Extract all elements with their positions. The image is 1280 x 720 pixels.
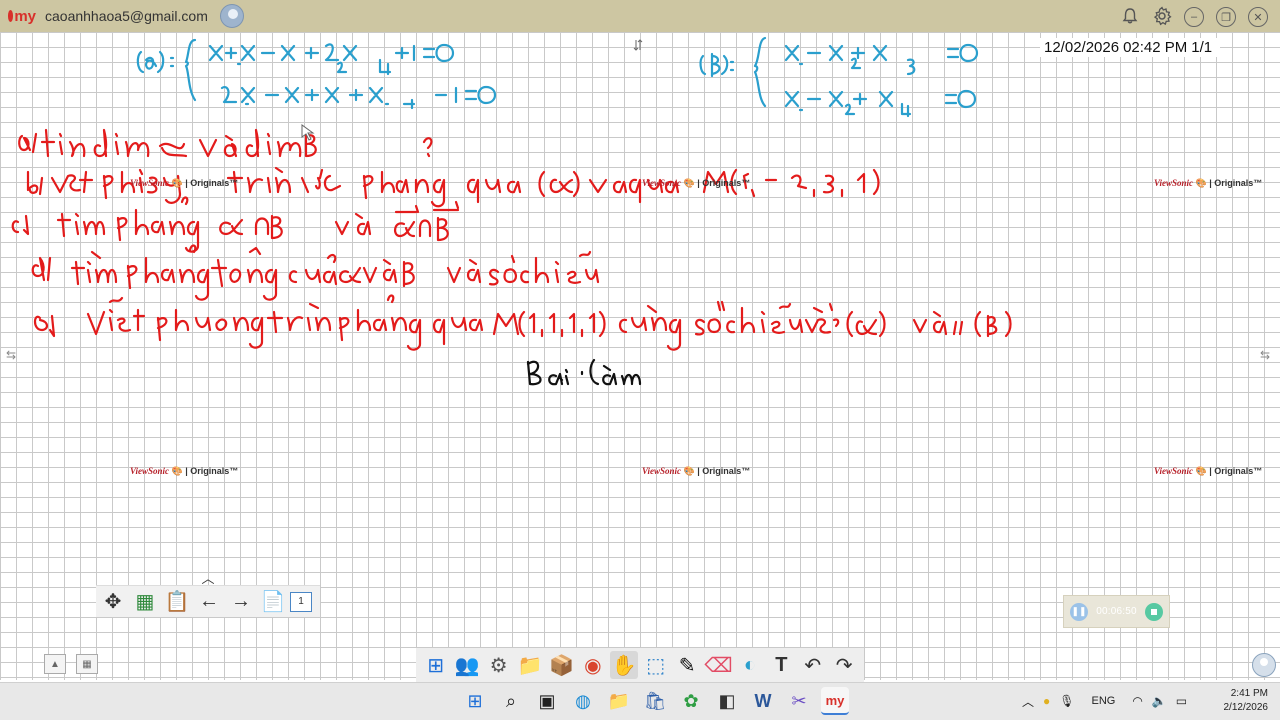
- camera-icon[interactable]: ⚙: [485, 651, 513, 679]
- watermark: ViewSonic 🎨 | Originals™: [1154, 178, 1263, 188]
- clock-time: 2:41 PM: [1230, 688, 1268, 699]
- user-avatar[interactable]: [220, 4, 244, 28]
- gallery-icon[interactable]: ▦: [76, 654, 98, 674]
- background-image-icon[interactable]: ▲: [44, 654, 66, 674]
- watermark: ViewSonic 🎨 | Originals™: [642, 466, 751, 476]
- edge-icon[interactable]: ◍: [569, 687, 597, 715]
- whiteboard-canvas[interactable]: 12/02/2026 02:42 PM 1/1 ViewSonic 🎨 | Orig…: [0, 32, 1280, 680]
- watermark: ViewSonic 🎨 | Originals™: [130, 466, 239, 476]
- app-title-bar: my caoanhhaoa5@gmail.com – ❐ ✕: [0, 0, 1280, 32]
- page-indicator: 1/1: [1191, 39, 1213, 56]
- watermark: ViewSonic 🎨 | Originals™: [130, 178, 239, 188]
- watermark: ViewSonic 🎨 | Originals™: [1154, 466, 1263, 476]
- bell-icon[interactable]: [1118, 4, 1142, 28]
- system-beta-ink: [699, 36, 979, 118]
- bai-lam-heading-ink: [526, 358, 642, 386]
- microphone-icon[interactable]: 🎙: [1059, 694, 1074, 708]
- folder-icon[interactable]: 📁: [516, 651, 544, 679]
- hand-icon[interactable]: ✋: [610, 651, 639, 679]
- word-icon[interactable]: W: [749, 687, 777, 715]
- tool-dock: ⊞ 👥 ⚙ 📁 📦 ◉ ✋ ⬚ ✎ ⌫ ◐ T ↶ ↷: [416, 648, 864, 682]
- back-arrow-icon[interactable]: ←: [194, 588, 224, 616]
- gear-icon[interactable]: [1150, 4, 1174, 28]
- pause-icon[interactable]: ❚❚: [1070, 602, 1088, 621]
- move-icon[interactable]: ✥: [98, 588, 128, 616]
- chrome-icon[interactable]: ◉: [579, 651, 607, 679]
- wifi-icon[interactable]: ◠: [1132, 694, 1142, 708]
- avatar-button[interactable]: [1252, 653, 1276, 677]
- system-alpha-ink: [136, 38, 497, 110]
- file-explorer-icon[interactable]: 📁: [605, 687, 633, 715]
- forward-arrow-icon[interactable]: →: [226, 588, 256, 616]
- text-icon[interactable]: T: [767, 651, 795, 679]
- windows-taskbar: ⊞ ⌕ ▣ ◍ 📁 🛍 ✿ ◧ W ✂ my ︿ ● 🎙 ENG ◠ 🔈 ▭ 2…: [0, 682, 1280, 720]
- board-datetime: 12/02/2026 02:42 PM 1/1: [1040, 38, 1221, 57]
- redo-icon[interactable]: ↷: [830, 651, 858, 679]
- presenter-icon[interactable]: ▦: [130, 588, 160, 616]
- shapes-icon[interactable]: ◐: [736, 651, 764, 679]
- chevron-up-icon[interactable]: ︿: [198, 568, 218, 586]
- pointer-cursor: [301, 124, 315, 141]
- snipping-icon[interactable]: ✂: [785, 687, 813, 715]
- task-view-icon[interactable]: ▣: [533, 687, 561, 715]
- language-indicator[interactable]: ENG: [1092, 695, 1116, 707]
- left-side-toggle-icon[interactable]: ⇆: [6, 348, 16, 362]
- myviewboard-icon[interactable]: my: [821, 687, 849, 715]
- left-floating-toolbar: ✥ ▦ 📋 ← → 📄 1: [96, 585, 320, 617]
- volume-icon[interactable]: 🔈: [1152, 694, 1167, 708]
- questions-ink: [11, 128, 1012, 351]
- people-icon[interactable]: 👥: [453, 651, 481, 679]
- chevron-up-icon[interactable]: ︿: [1022, 693, 1034, 710]
- screen-recorder: ❚❚ 00:06:50: [1063, 595, 1170, 628]
- app-green-icon[interactable]: ✿: [677, 687, 705, 715]
- clipboard-icon[interactable]: 📋: [162, 588, 192, 616]
- battery-icon[interactable]: ▭: [1176, 694, 1187, 708]
- right-side-toggle-icon[interactable]: ⇆: [1260, 348, 1270, 362]
- security-icon[interactable]: ●: [1043, 694, 1050, 708]
- marker-icon[interactable]: ✎: [673, 651, 701, 679]
- clock-date: 2/12/2026: [1223, 702, 1269, 713]
- restore-icon[interactable]: ❐: [1216, 7, 1236, 27]
- windows-menu-icon[interactable]: ⊞: [422, 651, 450, 679]
- board-time: 02:42 PM: [1123, 39, 1188, 56]
- store-icon[interactable]: 🛍: [641, 687, 669, 715]
- box-icon[interactable]: 📦: [547, 651, 575, 679]
- board-date: 12/02/2026: [1044, 39, 1120, 56]
- selection-icon[interactable]: ⬚: [642, 651, 670, 679]
- page-number-box[interactable]: 1: [290, 591, 312, 612]
- stop-icon[interactable]: [1145, 602, 1163, 621]
- app-dark-icon[interactable]: ◧: [713, 687, 741, 715]
- add-page-icon[interactable]: 📄: [258, 588, 288, 616]
- scroll-cursor: [633, 39, 643, 51]
- recording-time: 00:06:50: [1096, 606, 1137, 617]
- undo-icon[interactable]: ↶: [799, 651, 827, 679]
- account-email: caoanhhaoa5@gmail.com: [45, 8, 208, 24]
- close-icon[interactable]: ✕: [1248, 7, 1268, 27]
- search-icon[interactable]: ⌕: [497, 687, 525, 715]
- handwritten-ink-layer: [11, 36, 1012, 386]
- windows-start-icon[interactable]: ⊞: [461, 687, 489, 715]
- eraser-icon[interactable]: ⌫: [704, 651, 732, 679]
- app-logo: my: [8, 6, 36, 26]
- watermark: ViewSonic 🎨 | Originals™: [642, 178, 751, 188]
- system-clock[interactable]: 2:41 PM 2/12/2026: [1224, 687, 1269, 715]
- minimize-icon[interactable]: –: [1184, 7, 1204, 27]
